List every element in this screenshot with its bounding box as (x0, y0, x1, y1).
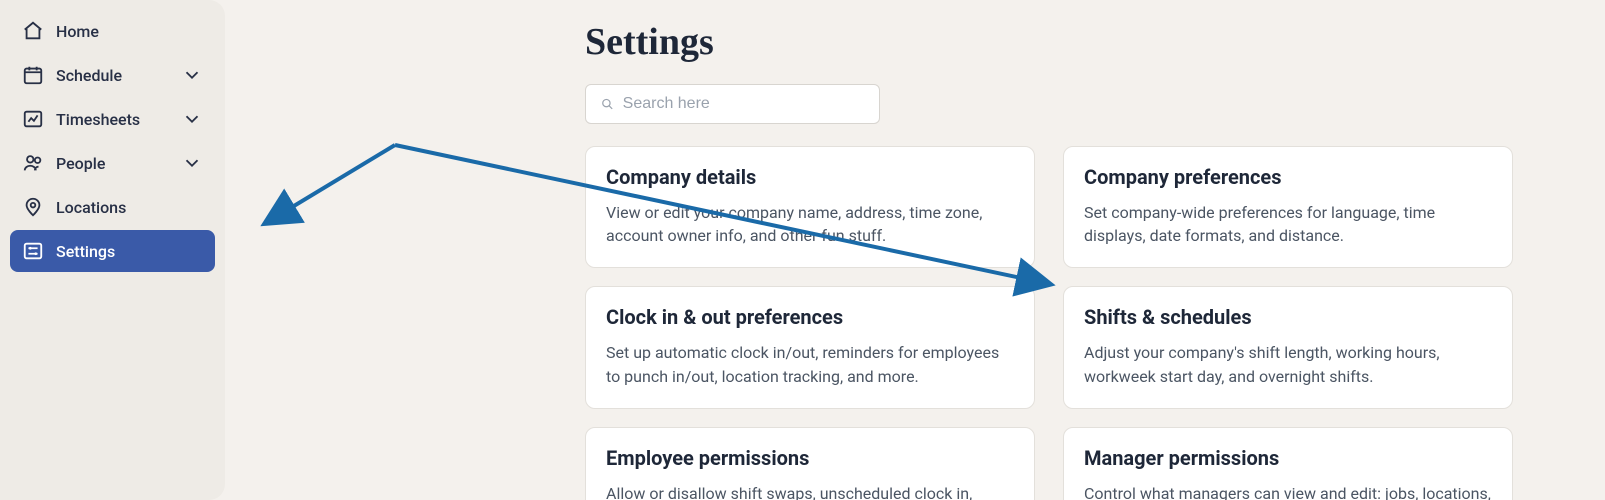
location-pin-icon (22, 196, 44, 218)
sidebar-item-label: Schedule (56, 66, 169, 85)
calendar-icon (22, 64, 44, 86)
card-desc: Adjust your company's shift length, work… (1084, 341, 1492, 387)
card-desc: Allow or disallow shift swaps, unschedul… (606, 482, 1014, 500)
card-title: Manager permissions (1084, 446, 1492, 470)
sidebar-item-timesheets[interactable]: Timesheets (10, 98, 215, 140)
card-desc: View or edit your company name, address,… (606, 201, 1014, 247)
sidebar-item-label: People (56, 154, 169, 173)
card-company-details[interactable]: Company details View or edit your compan… (585, 146, 1035, 268)
card-title: Company preferences (1084, 165, 1492, 189)
home-icon (22, 20, 44, 42)
sidebar-item-label: Locations (56, 198, 203, 217)
card-shifts-schedules[interactable]: Shifts & schedules Adjust your company's… (1063, 286, 1513, 408)
card-desc: Set up automatic clock in/out, reminders… (606, 341, 1014, 387)
card-title: Shifts & schedules (1084, 305, 1492, 329)
search-input[interactable] (623, 95, 865, 113)
card-clock-in-out[interactable]: Clock in & out preferences Set up automa… (585, 286, 1035, 408)
main-content: Settings Company details View or edit yo… (225, 0, 1605, 500)
card-desc: Set company-wide preferences for languag… (1084, 201, 1492, 247)
chevron-down-icon (181, 152, 203, 174)
sidebar-item-label: Settings (56, 242, 203, 261)
card-manager-permissions[interactable]: Manager permissions Control what manager… (1063, 427, 1513, 500)
card-title: Employee permissions (606, 446, 1014, 470)
card-title: Clock in & out preferences (606, 305, 1014, 329)
sidebar-item-people[interactable]: People (10, 142, 215, 184)
card-desc: Control what managers can view and edit:… (1084, 482, 1492, 500)
sidebar-item-label: Timesheets (56, 110, 169, 129)
card-employee-permissions[interactable]: Employee permissions Allow or disallow s… (585, 427, 1035, 500)
search-box[interactable] (585, 84, 880, 124)
card-title: Company details (606, 165, 1014, 189)
users-icon (22, 152, 44, 174)
chart-icon (22, 108, 44, 130)
sidebar-item-home[interactable]: Home (10, 10, 215, 52)
chevron-down-icon (181, 108, 203, 130)
sidebar-item-label: Home (56, 22, 203, 41)
sidebar-item-locations[interactable]: Locations (10, 186, 215, 228)
chevron-down-icon (181, 64, 203, 86)
settings-cards: Company details View or edit your compan… (585, 146, 1565, 500)
card-company-preferences[interactable]: Company preferences Set company-wide pre… (1063, 146, 1513, 268)
page-title: Settings (585, 20, 1565, 64)
sidebar-item-schedule[interactable]: Schedule (10, 54, 215, 96)
sidebar-item-settings[interactable]: Settings (10, 230, 215, 272)
sidebar: Home Schedule Timesheets People Location… (0, 0, 225, 500)
sliders-icon (22, 240, 44, 262)
search-icon (600, 96, 615, 112)
